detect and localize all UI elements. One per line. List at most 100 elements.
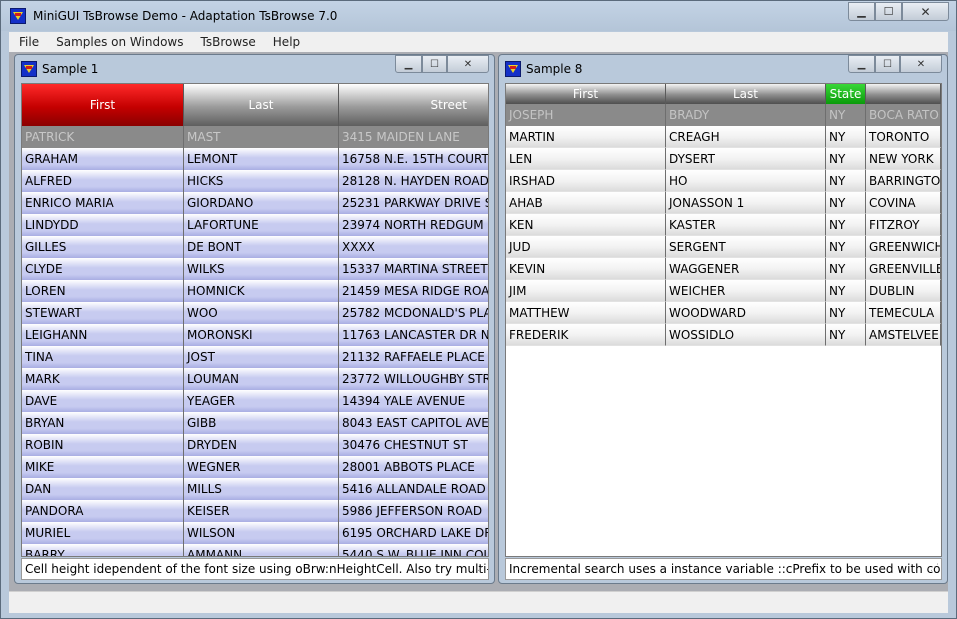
- sample1-selected-row[interactable]: PATRICK MAST 3415 MAIDEN LANE: [22, 126, 488, 148]
- sample8-title-bar[interactable]: Sample 8 ▁ ☐ ✕: [499, 55, 947, 83]
- sample8-cell-state: NY: [826, 104, 866, 126]
- table-row[interactable]: JUD SERGENT NY GREENWICH: [506, 236, 941, 258]
- table-row[interactable]: LEIGHANN MORONSKI 11763 LANCASTER DR N.E.: [22, 324, 488, 346]
- sample8-cell-first: LEN: [506, 148, 666, 170]
- close-icon: ✕: [920, 4, 931, 19]
- sample8-col-header-state[interactable]: State: [826, 84, 866, 104]
- sample8-col-header-last[interactable]: Last: [666, 84, 826, 104]
- sample1-cell-first: LINDYDD: [22, 214, 184, 236]
- table-row[interactable]: KEVIN WAGGENER NY GREENVILLE: [506, 258, 941, 280]
- maximize-button[interactable]: ☐: [875, 2, 902, 21]
- sample1-cell-last: WOO: [184, 302, 339, 324]
- sample8-cell-city: GREENVILLE: [866, 258, 941, 280]
- sample1-cell-first: CLYDE: [22, 258, 184, 280]
- sample8-cell-last: WAGGENER: [666, 258, 826, 280]
- sample1-cell-last: WEGNER: [184, 456, 339, 478]
- sample8-maximize-button[interactable]: ☐: [875, 55, 900, 73]
- table-row[interactable]: KEN KASTER NY FITZROY: [506, 214, 941, 236]
- table-row[interactable]: MATTHEW WOODWARD NY TEMECULA: [506, 302, 941, 324]
- resize-grip-icon[interactable]: ⋰: [930, 559, 939, 578]
- app-superman-icon[interactable]: [10, 8, 26, 24]
- sample1-info-text: Cell height idependent of the font size …: [25, 562, 488, 576]
- sample1-col-header-last[interactable]: Last: [184, 84, 339, 126]
- sample1-col-header-street[interactable]: Street: [339, 84, 488, 126]
- table-row[interactable]: CLYDE WILKS 15337 MARTINA STREET: [22, 258, 488, 280]
- sample1-cell-street: 21459 MESA RIDGE ROAD: [339, 280, 488, 302]
- sample1-header-row: First Last Street: [22, 84, 488, 126]
- table-row[interactable]: IRSHADHONYBARRINGTON: [506, 170, 941, 192]
- sample1-window: Sample 1 ▁ ☐ ✕ First Last Street PATRICK MAS…: [14, 54, 495, 584]
- table-row[interactable]: GILLES DE BONT XXXX: [22, 236, 488, 258]
- sample1-superman-icon[interactable]: [21, 61, 37, 77]
- table-row[interactable]: BRYAN GIBB 8043 EAST CAPITOL AVE: [22, 412, 488, 434]
- table-row[interactable]: ENRICO MARIA GIORDANO 25231 PARKWAY DRIVE …: [22, 192, 488, 214]
- sample1-col-header-first[interactable]: First: [22, 84, 184, 126]
- minimize-button[interactable]: ▁: [848, 2, 875, 21]
- table-row[interactable]: AHAB JONASSON 1 NY COVINA: [506, 192, 941, 214]
- sample8-cell-first: JOSEPH: [506, 104, 666, 126]
- table-row[interactable]: STEWARTWOO25782 MCDONALD'S PLAZA: [22, 302, 488, 324]
- sample1-cell-last: YEAGER: [184, 390, 339, 412]
- sample1-title-bar[interactable]: Sample 1 ▁ ☐ ✕: [15, 55, 494, 83]
- resize-grip-icon[interactable]: ⋰: [477, 559, 486, 578]
- sample1-cell-last: GIORDANO: [184, 192, 339, 214]
- table-row[interactable]: LINDYDD LAFORTUNE 23974 NORTH REDGUM: [22, 214, 488, 236]
- table-row[interactable]: ALFRED HICKS 28128 N. HAYDEN ROAD: [22, 170, 488, 192]
- table-row[interactable]: DAVE YEAGER 14394 YALE AVENUE: [22, 390, 488, 412]
- table-row[interactable]: BARRYAMMANN5440 S.W. BLUE INN COURT: [22, 544, 488, 556]
- sample1-cell-first: LOREN: [22, 280, 184, 302]
- window-title: MiniGUI TsBrowse Demo - Adaptation TsBro…: [33, 9, 338, 23]
- sample1-cell-first: TINA: [22, 346, 184, 368]
- table-row[interactable]: DAN MILLS 5416 ALLANDALE ROAD: [22, 478, 488, 500]
- table-row[interactable]: LEN DYSERT NY NEW YORK: [506, 148, 941, 170]
- sample8-cell-first: JIM: [506, 280, 666, 302]
- sample1-cell-street: 6195 ORCHARD LAKE DRIVE: [339, 522, 488, 544]
- close-button[interactable]: ✕: [902, 2, 949, 21]
- sample8-cell-last: WOODWARD: [666, 302, 826, 324]
- main-window: MiniGUI TsBrowse Demo - Adaptation TsBro…: [0, 0, 957, 619]
- sample8-cell-city: DUBLIN: [866, 280, 941, 302]
- sample1-cell-street: 3415 MAIDEN LANE: [339, 126, 488, 148]
- sample8-header-row: First Last State: [506, 84, 941, 104]
- table-row[interactable]: GRAHAM LEMONT 16758 N.E. 15TH COURT: [22, 148, 488, 170]
- sample8-cell-last: HO: [666, 170, 826, 192]
- sample1-cell-street: 30476 CHESTNUT ST: [339, 434, 488, 456]
- sample8-cell-last: CREAGH: [666, 126, 826, 148]
- table-row[interactable]: PANDORA KEISER 5986 JEFFERSON ROAD: [22, 500, 488, 522]
- sample8-cell-first: IRSHAD: [506, 170, 666, 192]
- table-row[interactable]: MURIELWILSON6195 ORCHARD LAKE DRIVE: [22, 522, 488, 544]
- table-row[interactable]: ROBIN DRYDEN 30476 CHESTNUT ST: [22, 434, 488, 456]
- menu-help[interactable]: Help: [263, 32, 307, 52]
- sample1-cell-first: MARK: [22, 368, 184, 390]
- table-row[interactable]: MIKE WEGNER 28001 ABBOTS PLACE: [22, 456, 488, 478]
- sample8-superman-icon[interactable]: [505, 61, 521, 77]
- table-row[interactable]: FREDERIK WOSSIDLO NY AMSTELVEEN: [506, 324, 941, 346]
- sample8-col-header-first[interactable]: First: [506, 84, 666, 104]
- sample8-close-button[interactable]: ✕: [900, 55, 942, 73]
- sample8-minimize-button[interactable]: ▁: [848, 55, 875, 73]
- sample1-browse-grid[interactable]: First Last Street PATRICK MAST 3415 MAIDEN LA…: [21, 83, 489, 557]
- sample1-maximize-button[interactable]: ☐: [422, 55, 447, 73]
- sample8-cell-first: JUD: [506, 236, 666, 258]
- sample8-cell-city: FITZROY: [866, 214, 941, 236]
- sample8-selected-row[interactable]: JOSEPH BRADY NY BOCA RATON: [506, 104, 941, 126]
- sample8-info-label: Incremental search uses a instance varia…: [505, 558, 942, 580]
- sample1-cell-last: LEMONT: [184, 148, 339, 170]
- status-bar: [9, 591, 948, 613]
- table-row[interactable]: TINA JOST 21132 RAFFAELE PLACE: [22, 346, 488, 368]
- table-row[interactable]: JIM WEICHER NY DUBLIN: [506, 280, 941, 302]
- sample8-cell-first: KEVIN: [506, 258, 666, 280]
- sample1-minimize-button[interactable]: ▁: [395, 55, 422, 73]
- sample8-title: Sample 8: [526, 62, 583, 76]
- sample8-browse-grid[interactable]: First Last State JOSEPH BRADY NY BOCA RATON MAR…: [505, 83, 942, 557]
- menu-tsbrowse[interactable]: TsBrowse: [190, 32, 262, 52]
- table-row[interactable]: MARTIN CREAGH NY TORONTO: [506, 126, 941, 148]
- sample1-close-button[interactable]: ✕: [447, 55, 489, 73]
- menu-samples-on-windows[interactable]: Samples on Windows: [46, 32, 190, 52]
- table-row[interactable]: MARKLOUMAN23772 WILLOUGHBY STREET: [22, 368, 488, 390]
- sample8-col-header-city[interactable]: [866, 84, 941, 104]
- table-row[interactable]: LOREN HOMNICK 21459 MESA RIDGE ROAD: [22, 280, 488, 302]
- sample8-cell-state: NY: [826, 280, 866, 302]
- menu-file[interactable]: File: [9, 32, 46, 52]
- title-bar[interactable]: MiniGUI TsBrowse Demo - Adaptation TsBro…: [1, 1, 956, 31]
